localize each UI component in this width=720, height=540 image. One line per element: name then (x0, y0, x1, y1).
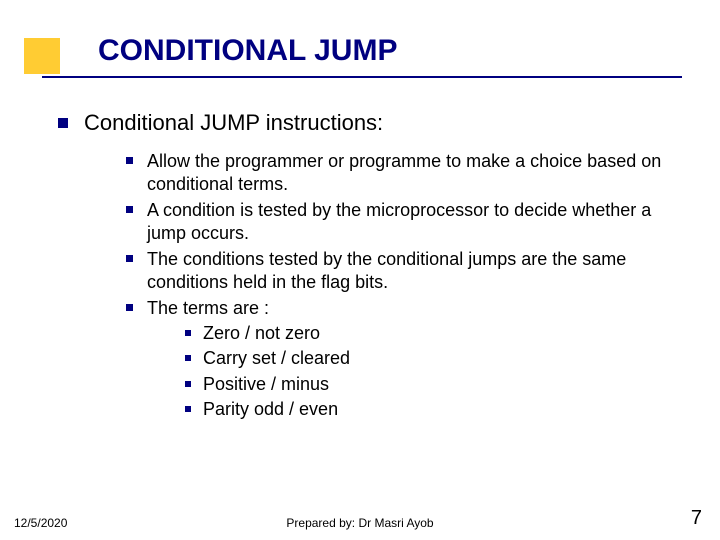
bullet-icon (58, 118, 68, 128)
term-text: Positive / minus (203, 373, 329, 396)
bullet-icon (185, 381, 191, 387)
item-text: A condition is tested by the microproces… (147, 199, 680, 244)
list-item: Conditional JUMP instructions: (58, 110, 680, 136)
term-text: Carry set / cleared (203, 347, 350, 370)
list-item: Parity odd / even (185, 398, 350, 421)
item-label: The terms are : (147, 298, 269, 318)
accent-square (24, 38, 60, 74)
page-number: 7 (691, 507, 702, 530)
slide-title: CONDITIONAL JUMP (98, 34, 397, 68)
list-item: A condition is tested by the microproces… (126, 199, 680, 244)
bullet-icon (126, 255, 133, 262)
title-underline (42, 76, 682, 78)
list-item: The conditions tested by the conditional… (126, 248, 680, 293)
footer-author: Prepared by: Dr Masri Ayob (0, 516, 720, 530)
bullet-icon (185, 406, 191, 412)
bullet-icon (126, 304, 133, 311)
content-area: Conditional JUMP instructions: Allow the… (58, 110, 680, 428)
list-item: Zero / not zero (185, 322, 350, 345)
heading-text: Conditional JUMP instructions: (84, 110, 383, 136)
term-text: Zero / not zero (203, 322, 320, 345)
bullet-icon (126, 157, 133, 164)
slide: CONDITIONAL JUMP Conditional JUMP instru… (0, 0, 720, 540)
term-text: Parity odd / even (203, 398, 338, 421)
item-text: Allow the programmer or programme to mak… (147, 150, 680, 195)
list-item: Positive / minus (185, 373, 350, 396)
bullet-icon (126, 206, 133, 213)
list-item: Carry set / cleared (185, 347, 350, 370)
list-item: The terms are : Zero / not zero Carry se… (126, 297, 680, 424)
sub-sub-list: Zero / not zero Carry set / cleared Posi… (185, 322, 350, 421)
item-text: The terms are : Zero / not zero Carry se… (147, 297, 350, 424)
bullet-icon (185, 355, 191, 361)
bullet-icon (185, 330, 191, 336)
item-text: The conditions tested by the conditional… (147, 248, 680, 293)
sub-list: Allow the programmer or programme to mak… (126, 150, 680, 424)
list-item: Allow the programmer or programme to mak… (126, 150, 680, 195)
